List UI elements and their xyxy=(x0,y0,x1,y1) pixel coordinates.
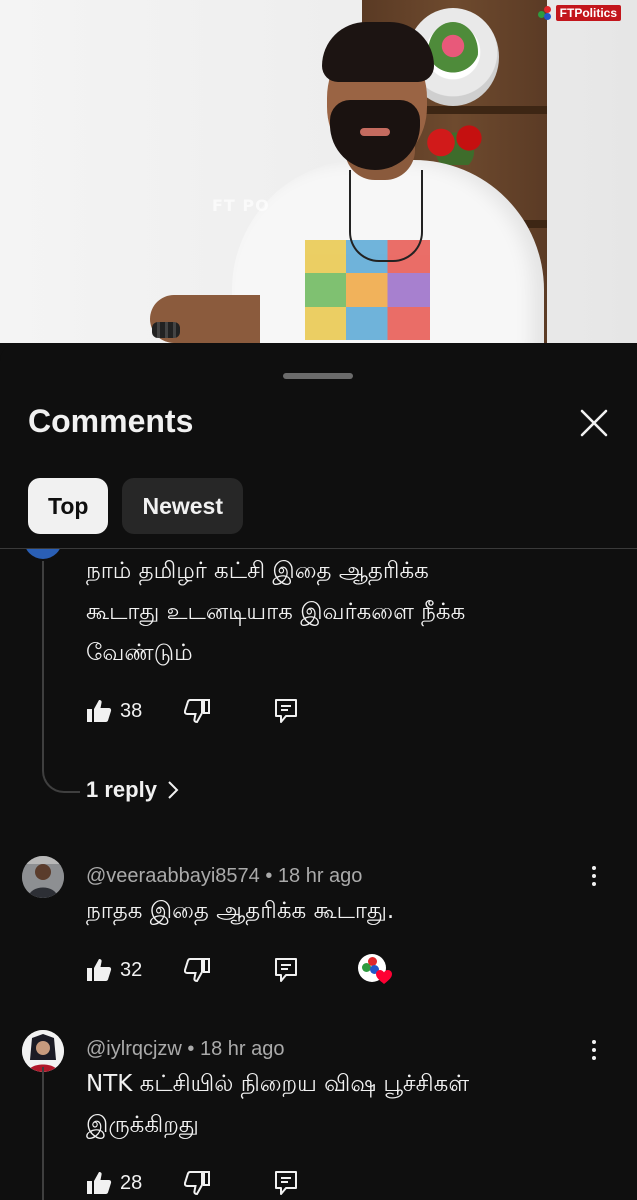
comment-text-line: நாம் தமிழர் கட்சி இதை ஆதரிக்க xyxy=(86,558,429,584)
comments-title: Comments xyxy=(28,403,194,439)
comment-meta: @veeraabbayi8574 • 18 hr ago xyxy=(86,865,362,888)
reply-button[interactable] xyxy=(274,698,358,724)
comment-actions: 32 xyxy=(86,954,392,986)
channel-logo-text: FTPolitics xyxy=(555,5,621,21)
drag-handle[interactable] xyxy=(283,373,353,379)
dislike-button[interactable] xyxy=(184,1171,274,1195)
comment-text-line: வேண்டும் xyxy=(86,640,193,666)
dislike-button[interactable] xyxy=(184,958,274,982)
meta-separator: • xyxy=(265,865,273,887)
bracelet xyxy=(152,322,180,338)
sort-chip-top[interactable]: Top xyxy=(28,478,109,534)
more-vert-icon xyxy=(592,1040,596,1044)
close-button[interactable] xyxy=(574,403,614,443)
comment-author[interactable]: @veeraabbayi8574 xyxy=(86,865,260,887)
like-button[interactable]: 28 xyxy=(86,1171,184,1195)
like-count: 28 xyxy=(120,1171,143,1194)
reply-button[interactable] xyxy=(274,957,358,983)
sort-chip-newest[interactable]: Newest xyxy=(122,478,243,534)
reply-icon xyxy=(275,1171,297,1195)
lapel-mic-wire xyxy=(349,170,423,262)
replies-label: 1 reply xyxy=(86,777,157,802)
dislike-button[interactable] xyxy=(184,699,274,723)
like-count: 38 xyxy=(120,699,143,722)
comment-meta: @iylrqcjzw • 18 hr ago xyxy=(86,1038,285,1061)
like-button[interactable]: 38 xyxy=(86,699,184,723)
like-icon xyxy=(87,700,112,722)
reply-button[interactable] xyxy=(274,1170,358,1196)
reply-icon xyxy=(275,699,297,723)
speaker-mouth xyxy=(360,128,390,136)
thread-connector xyxy=(42,1067,44,1200)
close-icon xyxy=(580,409,608,437)
comment-menu-button[interactable] xyxy=(584,861,604,891)
comment-text-line: கூடாது உடனடியாக இவர்களை நீக்க xyxy=(86,599,466,625)
more-vert-icon xyxy=(592,866,596,870)
channel-logo-icon xyxy=(537,6,552,20)
avatar-photo xyxy=(22,1030,64,1072)
like-button[interactable]: 32 xyxy=(86,958,184,982)
comment-time: 18 hr ago xyxy=(200,1038,285,1060)
comment-author[interactable]: @iylrqcjzw xyxy=(86,1038,182,1060)
sort-chips: Top Newest xyxy=(28,478,243,534)
reply-icon xyxy=(275,958,297,982)
comment-time: 18 hr ago xyxy=(277,865,363,887)
comment-text-line: நாதக இதை ஆதரிக்க கூடாது. xyxy=(86,898,395,924)
dislike-icon xyxy=(184,1171,210,1195)
video-watermark: FT PO xyxy=(212,196,270,215)
dislike-icon xyxy=(184,699,210,723)
like-icon xyxy=(87,959,112,981)
thread-connector xyxy=(42,561,80,793)
comment-text: நாம் தமிழர் கட்சி இதை ஆதரிக்க கூடாது உடன… xyxy=(86,551,586,674)
chevron-right-icon xyxy=(168,781,179,799)
flower-vase xyxy=(428,22,478,82)
comment-menu-button[interactable] xyxy=(584,1035,604,1065)
speaker-hair xyxy=(322,22,434,82)
video-player[interactable]: FT PO FTPolitics xyxy=(0,0,637,343)
red-flowers xyxy=(420,120,490,165)
comment-actions: 38 xyxy=(86,696,358,726)
like-count: 32 xyxy=(120,958,143,981)
comment-text-line: இருக்கிறது xyxy=(86,1112,199,1138)
dislike-icon xyxy=(184,958,210,982)
avatar[interactable] xyxy=(22,1030,64,1072)
comment-text: நாதக இதை ஆதரிக்க கூடாது. xyxy=(86,891,586,932)
avatar[interactable] xyxy=(24,549,62,559)
comment-text-line: NTK கட்சியில் நிறைய விஷ பூச்சிகள் xyxy=(86,1071,470,1097)
comments-list[interactable]: நாம் தமிழர் கட்சி இதை ஆதரிக்க கூடாது உடன… xyxy=(0,549,637,1200)
comment-actions: 28 xyxy=(86,1168,358,1198)
view-replies-button[interactable]: 1 reply xyxy=(86,777,179,803)
channel-logo: FTPolitics xyxy=(537,4,621,22)
meta-separator: • xyxy=(187,1038,195,1060)
heart-icon xyxy=(376,970,392,984)
avatar-photo xyxy=(22,856,64,898)
creator-heart-badge xyxy=(358,954,392,986)
like-icon xyxy=(87,1172,112,1194)
comment-text: NTK கட்சியில் நிறைய விஷ பூச்சிகள் இருக்க… xyxy=(86,1064,586,1146)
comments-sheet: Comments Top Newest நாம் தமிழர் கட்சி இத… xyxy=(0,343,637,1200)
avatar[interactable] xyxy=(22,856,64,898)
